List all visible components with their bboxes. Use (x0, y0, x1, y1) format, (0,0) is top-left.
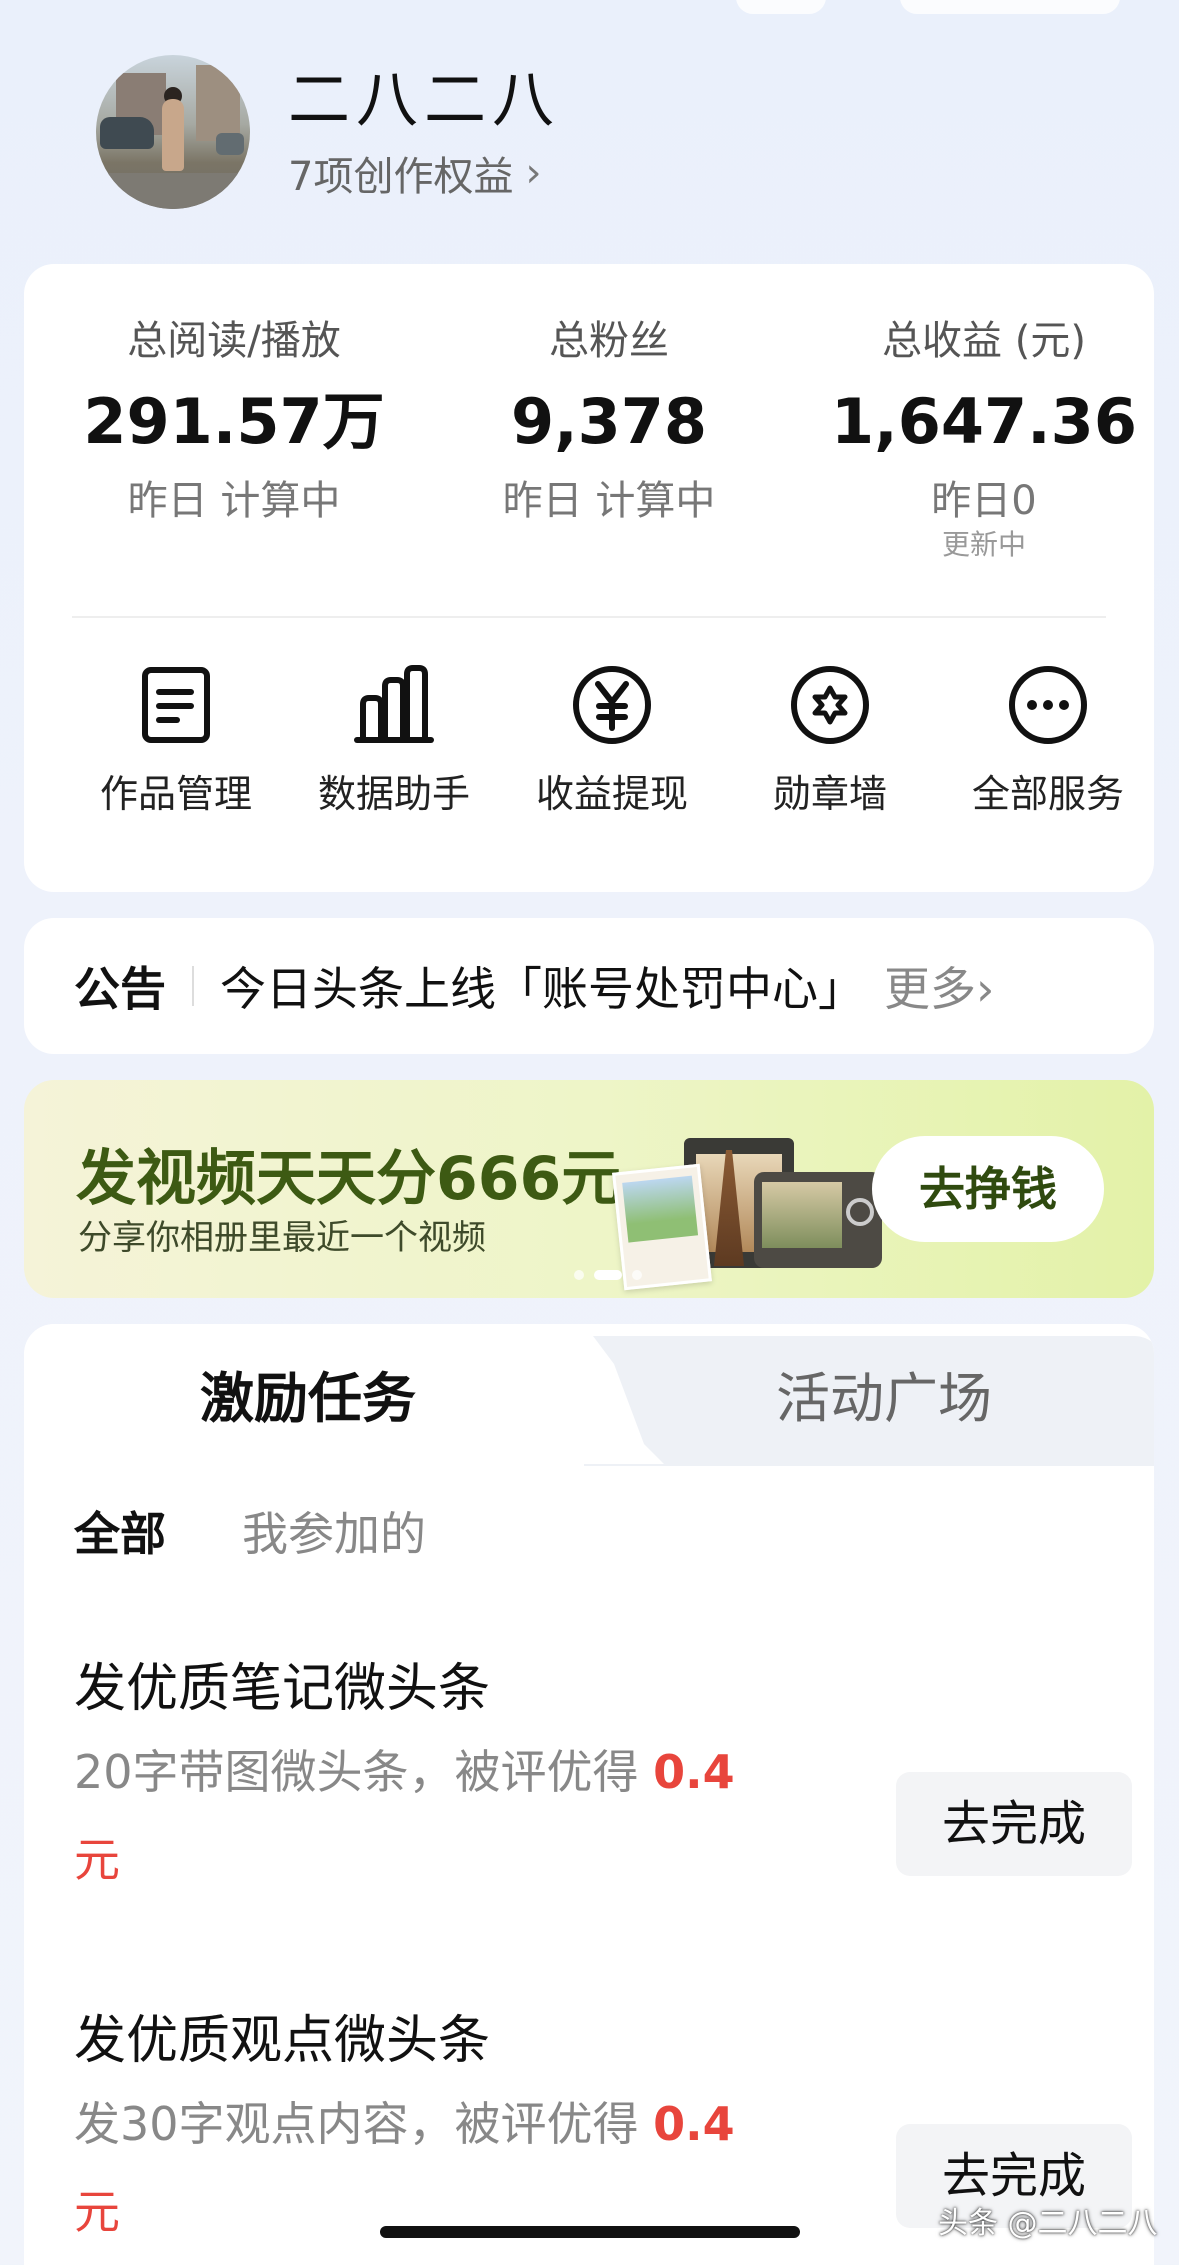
announcement-divider (192, 966, 194, 1006)
announcement-tag: 公告 (74, 962, 166, 1016)
more-icon (1009, 666, 1087, 744)
carousel-indicator (574, 1270, 642, 1280)
stat-sub-status: 更新中 (941, 528, 1026, 561)
profile-name: 二八二八 (288, 63, 561, 136)
service-label: 全部服务 (971, 772, 1124, 816)
document-icon (142, 667, 210, 743)
stat-value: 1,647.36 (831, 385, 1137, 458)
service-label: 作品管理 (99, 772, 252, 816)
task-reward: 0.4 (653, 2097, 735, 2151)
top-pill-left (736, 0, 826, 14)
creator-rights-label: 7项创作权益 (288, 154, 514, 200)
tab-incentive-tasks[interactable]: 激励任务 (200, 1364, 416, 1434)
announcement-bar[interactable]: 公告 今日头条上线「账号处罚中心」 更多› (24, 918, 1154, 1054)
stat-label: 总阅读/播放 (127, 318, 341, 364)
top-pill-right (900, 0, 1120, 14)
filter-joined[interactable]: 我参加的 (242, 1504, 426, 1564)
service-income-withdraw[interactable]: 收益提现 (512, 664, 712, 818)
service-label: 收益提现 (535, 772, 688, 816)
avatar[interactable] (96, 55, 250, 209)
task-desc-text: 20字带图微头条，被评优得 (74, 1745, 639, 1799)
stat-total-reads[interactable]: 总阅读/播放 291.57万 昨日 计算中 (44, 316, 424, 526)
yuan-icon (573, 666, 651, 744)
tasks-card: 激励任务 活动广场 全部 我参加的 发优质笔记微头条 20字带图微头条，被评优得… (24, 1324, 1154, 2265)
service-label: 勋章墙 (772, 772, 887, 816)
profile-info: 二八二八 7项创作权益 › (288, 62, 560, 202)
stat-sub: 昨日0 (931, 478, 1037, 524)
promo-banner[interactable]: 发视频天天分666元 分享你相册里最近一个视频 去挣钱 (24, 1080, 1154, 1298)
task-reward-unit: 元 (74, 2185, 120, 2239)
earn-money-button[interactable]: 去挣钱 (872, 1136, 1104, 1242)
stats-card: 总阅读/播放 291.57万 昨日 计算中 总粉丝 9,378 昨日 计算中 总… (24, 264, 1154, 892)
service-all-services[interactable]: 全部服务 (948, 664, 1148, 818)
complete-task-button[interactable]: 去完成 (896, 1772, 1132, 1876)
task-reward-unit: 元 (74, 1833, 120, 1887)
stat-label: 总粉丝 (549, 318, 669, 364)
creator-rights-link[interactable]: 7项创作权益 › (288, 144, 560, 202)
service-works-management[interactable]: 作品管理 (76, 664, 276, 818)
task-item: 发优质笔记微头条 20字带图微头条，被评优得 0.4 元 去完成 (74, 1654, 1134, 1904)
home-indicator[interactable] (380, 2226, 800, 2238)
profile-header[interactable]: 二八二八 7项创作权益 › (96, 52, 560, 212)
announcement-text[interactable]: 今日头条上线「账号处罚中心」 (220, 953, 864, 1019)
task-desc-text: 发30字观点内容，被评优得 (74, 2097, 639, 2151)
task-description: 20字带图微头条，被评优得 0.4 元 (74, 1728, 864, 1904)
task-reward: 0.4 (653, 1745, 735, 1799)
service-data-assistant[interactable]: 数据助手 (294, 664, 494, 818)
announcement-more-label: 更多 (884, 962, 976, 1016)
chevron-right-icon: › (525, 150, 542, 196)
task-title: 发优质笔记微头条 (74, 1659, 491, 1719)
watermark: 头条 @二八二八 (938, 2206, 1158, 2241)
stat-label: 总收益 (元) (882, 318, 1086, 364)
stat-value: 291.57万 (83, 385, 385, 458)
camera-illustration (754, 1172, 882, 1268)
service-label: 数据助手 (317, 772, 470, 816)
banner-title: 发视频天天分666元 (76, 1144, 622, 1214)
bar-chart-icon (354, 665, 434, 743)
tab-activity-square[interactable]: 活动广场 (776, 1364, 992, 1434)
divider (72, 616, 1106, 618)
stat-sub: 昨日 计算中 (502, 478, 716, 524)
task-title: 发优质观点微头条 (74, 2011, 491, 2071)
service-medal-wall[interactable]: 勋章墙 (730, 664, 930, 818)
announcement-more-link[interactable]: 更多› (884, 953, 994, 1019)
stat-value: 9,378 (510, 385, 708, 458)
stat-total-fans[interactable]: 总粉丝 9,378 昨日 计算中 (419, 316, 799, 526)
medal-icon (791, 666, 869, 744)
stat-total-income[interactable]: 总收益 (元) 1,647.36 昨日0 更新中 (794, 316, 1174, 562)
banner-subtitle: 分享你相册里最近一个视频 (78, 1218, 486, 1258)
filter-all[interactable]: 全部 (74, 1504, 166, 1564)
stat-sub: 昨日 计算中 (127, 478, 341, 524)
